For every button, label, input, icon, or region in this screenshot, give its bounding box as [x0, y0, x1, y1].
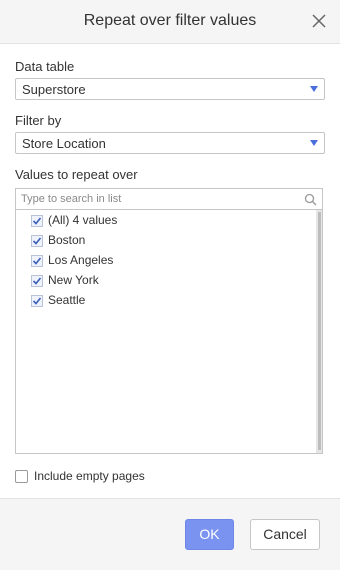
list-item-new-york[interactable]: New York [31, 272, 291, 290]
checkmark-icon [32, 277, 42, 285]
checkbox[interactable] [31, 255, 43, 267]
list-item-seattle[interactable]: Seattle [31, 292, 291, 310]
checkmark-icon [32, 217, 42, 225]
checkmark-icon [32, 257, 42, 265]
scrollbar-thumb[interactable] [318, 212, 321, 450]
data-table-value: Superstore [22, 82, 86, 97]
checkbox[interactable] [31, 295, 43, 307]
chevron-down-icon [310, 140, 318, 146]
list-item-label: Seattle [48, 293, 86, 307]
close-icon[interactable] [308, 10, 330, 32]
checkmark-icon [32, 237, 42, 245]
dialog-footer: OK Cancel [0, 498, 340, 570]
checkmark-icon [32, 297, 42, 305]
data-table-label: Data table [15, 59, 75, 74]
repeat-over-filter-dialog: Repeat over filter values Data table Sup… [0, 0, 340, 570]
list-item-label: Boston [48, 233, 86, 247]
cancel-button[interactable]: Cancel [250, 519, 320, 550]
checkbox[interactable] [31, 215, 43, 227]
dialog-title: Repeat over filter values [83, 12, 257, 29]
include-empty-pages-label: Include empty pages [34, 469, 145, 483]
data-table-select[interactable]: Superstore [15, 78, 325, 100]
values-list: (All) 4 values Boston Los Angeles New Yo… [15, 210, 323, 454]
list-item-all[interactable]: (All) 4 values [31, 212, 291, 230]
filter-by-label: Filter by [15, 113, 62, 128]
list-item-los-angeles[interactable]: Los Angeles [31, 252, 291, 270]
values-label: Values to repeat over [15, 167, 138, 182]
dialog-header: Repeat over filter values [0, 0, 340, 44]
search-input[interactable] [21, 191, 291, 207]
filter-by-select[interactable]: Store Location [15, 132, 325, 154]
chevron-down-icon [310, 86, 318, 92]
list-item-label: New York [48, 273, 99, 287]
filter-by-value: Store Location [22, 136, 106, 151]
list-scrollbar[interactable] [316, 210, 322, 453]
search-field[interactable] [15, 188, 323, 210]
include-empty-pages-option[interactable]: Include empty pages [15, 469, 215, 485]
close-button[interactable] [308, 10, 330, 32]
list-item-label: Los Angeles [48, 253, 114, 267]
ok-button[interactable]: OK [185, 519, 234, 550]
include-empty-pages-checkbox[interactable] [15, 470, 28, 483]
checkbox[interactable] [31, 235, 43, 247]
list-item-boston[interactable]: Boston [31, 232, 291, 250]
list-item-label: (All) 4 values [48, 213, 118, 227]
checkbox[interactable] [31, 275, 43, 287]
search-icon [304, 193, 317, 206]
